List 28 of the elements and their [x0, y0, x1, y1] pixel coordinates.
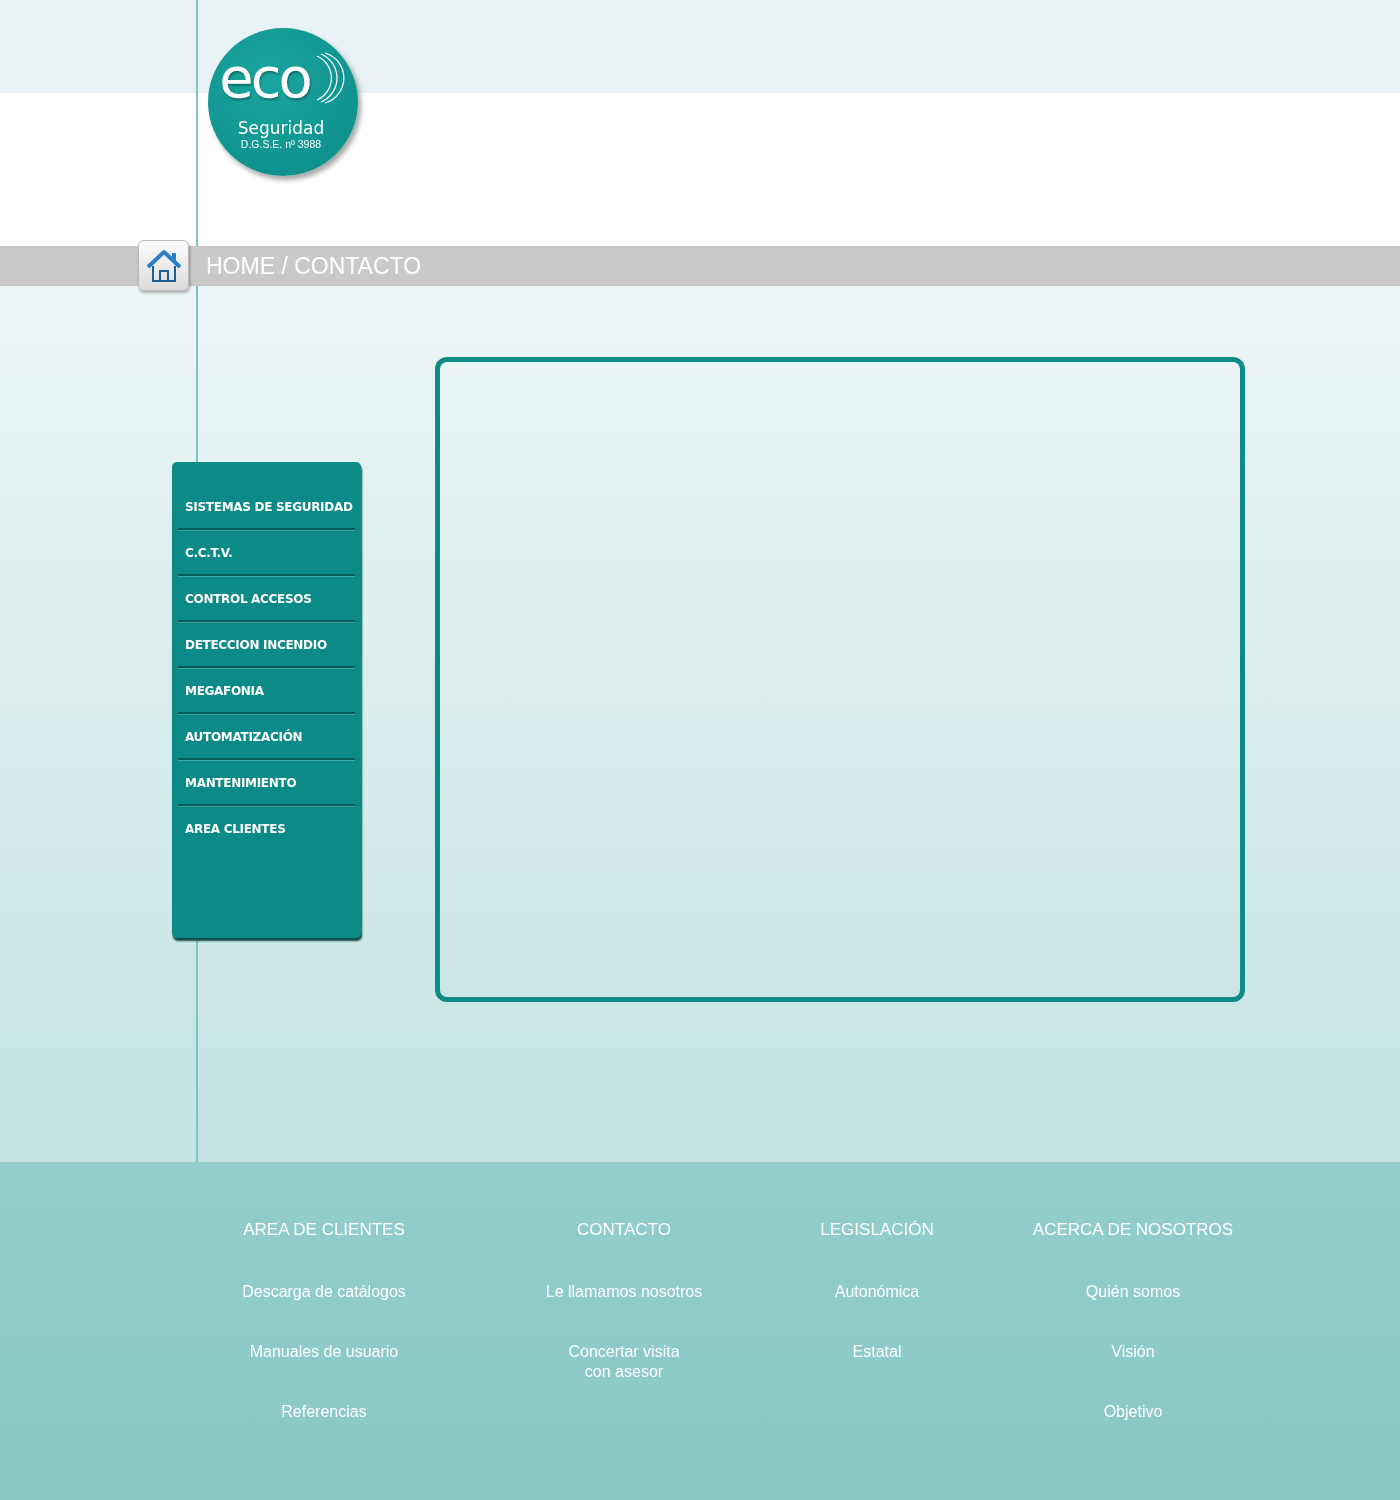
registration-number: D.G.S.E. nº 3988 [240, 138, 322, 150]
menu-item[interactable]: MANTENIMIENTO [178, 760, 355, 806]
footer-link[interactable]: Le llamamos nosotros [545, 1282, 703, 1342]
footer-heading[interactable]: AREA DE CLIENTES [243, 1220, 405, 1282]
footer-link[interactable]: Referencias [281, 1402, 367, 1462]
footer-link[interactable]: Autonómica [834, 1282, 920, 1342]
footer-link[interactable]: Descarga de catálogos [242, 1282, 406, 1342]
footer-link[interactable]: Estatal [852, 1342, 902, 1402]
footer-heading[interactable]: LEGISLACIÓN [820, 1220, 934, 1282]
footer-link[interactable]: Quién somos [1085, 1282, 1181, 1342]
menu-item[interactable]: AREA CLIENTES [178, 806, 355, 852]
menu-item[interactable]: DETECCION INCENDIO [178, 622, 355, 668]
menu-item[interactable]: SISTEMAS DE SEGURIDAD [178, 484, 355, 530]
footer-link[interactable]: Objetivo [1103, 1402, 1163, 1462]
logo-tagline: Seguridad [237, 118, 325, 138]
house-icon [144, 248, 183, 283]
rings-icon [314, 52, 345, 104]
footer-heading[interactable]: ACERCA DE NOSOTROS [1032, 1220, 1234, 1282]
footer-heading[interactable]: CONTACTO [577, 1220, 671, 1282]
footer-link[interactable]: Manuales de usuario [249, 1342, 399, 1402]
logo-wordmark: eco [219, 50, 311, 106]
footer-link[interactable]: Concertar visita con asesor [568, 1342, 680, 1402]
menu-item[interactable]: C.C.T.V. [178, 530, 355, 576]
menu-item[interactable]: AUTOMATIZACIÓN [178, 714, 355, 760]
footer-link[interactable]: Visión [1111, 1342, 1155, 1402]
menu-item[interactable]: CONTROL ACCESOS [178, 576, 355, 622]
home-button[interactable] [138, 240, 189, 291]
menu-item[interactable]: MEGAFONIA [178, 668, 355, 714]
